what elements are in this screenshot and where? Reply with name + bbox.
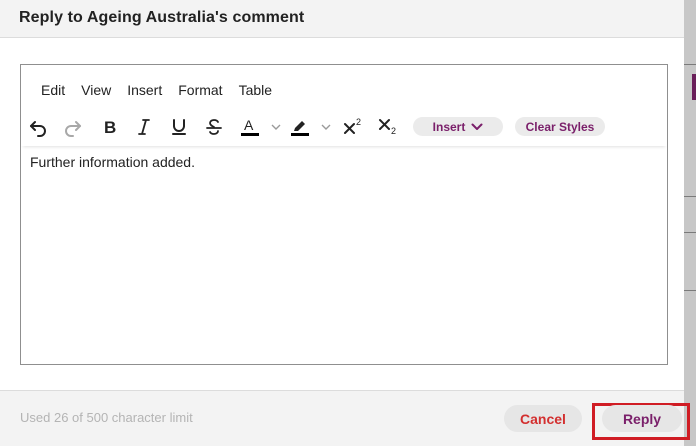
backdrop-line — [684, 196, 696, 197]
backdrop-line — [684, 64, 696, 65]
editor-toolbar: B A 2 2 Insert Clear Styles — [21, 110, 667, 146]
text-color-dropdown[interactable] — [270, 120, 282, 132]
menu-view[interactable]: View — [81, 82, 111, 102]
menu-table[interactable]: Table — [239, 82, 272, 102]
redo-button[interactable] — [60, 114, 86, 140]
highlight-button[interactable] — [287, 114, 313, 140]
italic-button[interactable] — [131, 114, 157, 140]
character-limit-text: Used 26 of 500 character limit — [20, 410, 193, 425]
subscript-icon: 2 — [379, 119, 396, 136]
cancel-button[interactable]: Cancel — [504, 405, 582, 432]
text-color-icon: A — [241, 117, 259, 136]
subscript-button[interactable]: 2 — [375, 114, 401, 140]
backdrop-right-column — [684, 0, 696, 446]
backdrop-line — [684, 232, 696, 233]
editor-menubar: Edit View Insert Format Table — [41, 82, 288, 102]
dialog-header: Reply to Ageing Australia's comment — [0, 0, 684, 38]
superscript-button[interactable]: 2 — [340, 114, 366, 140]
svg-text:2: 2 — [391, 126, 396, 136]
bold-button[interactable]: B — [97, 114, 123, 140]
underline-icon — [172, 119, 186, 135]
superscript-icon: 2 — [344, 117, 361, 134]
menu-insert[interactable]: Insert — [127, 82, 162, 102]
redo-icon — [65, 121, 81, 137]
dialog-title: Reply to Ageing Australia's comment — [19, 9, 305, 26]
backdrop-line — [684, 290, 696, 291]
underline-button[interactable] — [166, 114, 192, 140]
reply-button[interactable]: Reply — [602, 405, 682, 432]
chevron-down-icon — [271, 124, 281, 130]
dialog-body: Edit View Insert Format Table B A 2 2 In… — [0, 38, 684, 390]
undo-icon — [30, 121, 46, 137]
dialog-footer: Used 26 of 500 character limit Cancel Re… — [0, 390, 690, 446]
highlight-dropdown[interactable] — [320, 120, 332, 132]
clear-styles-button[interactable]: Clear Styles — [515, 117, 605, 136]
strikethrough-button[interactable] — [201, 114, 227, 140]
menu-format[interactable]: Format — [178, 82, 222, 102]
highlight-icon — [291, 121, 309, 136]
chevron-down-icon — [321, 124, 331, 130]
menu-edit[interactable]: Edit — [41, 82, 65, 102]
rich-text-editor: Edit View Insert Format Table B A 2 2 In… — [20, 64, 668, 365]
editor-content[interactable]: Further information added. — [30, 154, 195, 170]
backdrop-accent — [692, 74, 696, 100]
chevron-down-icon — [471, 123, 483, 130]
bold-icon: B — [104, 118, 116, 137]
text-color-button[interactable]: A — [237, 114, 263, 140]
svg-text:B: B — [104, 118, 116, 137]
insert-label: Insert — [432, 119, 466, 134]
insert-dropdown-button[interactable]: Insert — [413, 117, 503, 136]
svg-text:A: A — [244, 117, 254, 133]
svg-text:2: 2 — [356, 117, 361, 127]
undo-button[interactable] — [25, 114, 51, 140]
italic-icon — [138, 119, 150, 135]
reply-dialog: Reply to Ageing Australia's comment Edit… — [0, 0, 690, 446]
strikethrough-icon — [206, 119, 222, 135]
